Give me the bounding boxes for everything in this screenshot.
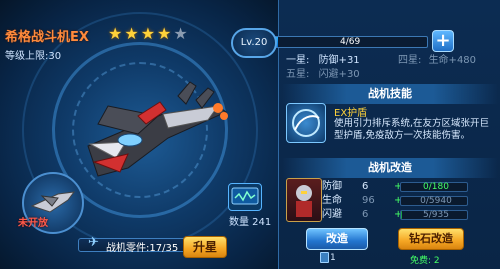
mod-progress-text: 0/180 [423, 182, 449, 192]
mod-stat-row: 防御 6 + [322, 181, 408, 193]
side-aircraft-status: 未开放 [18, 218, 48, 229]
parts-icon: ✈ [88, 235, 99, 250]
radar-item-icon[interactable] [228, 183, 262, 211]
star-bonus-1: 一星: 防御+31 [286, 55, 360, 66]
mod-progress-fill [401, 211, 402, 219]
mod-stat-row: 闪避 6 + [322, 209, 408, 221]
pilot-portrait[interactable] [286, 178, 322, 222]
skill-description: 使用引力排斥系统,在友方区域张开巨型护盾,免疫敌方一次技能伤害。 [334, 118, 490, 141]
star-icon: ★ [173, 24, 188, 43]
mod-stat-value: 96 [362, 195, 375, 206]
skill-icon[interactable] [286, 103, 326, 143]
star-rating: ★ ★ ★ ★ ★ [108, 26, 188, 42]
star-icon: ★ [108, 24, 123, 43]
mod-stat-row: 生命 96 + [322, 195, 408, 207]
modify-cost: 1 [330, 253, 336, 263]
star-icon: ★ [157, 24, 172, 43]
modify-cost-icon [320, 252, 329, 263]
star-upgrade-button[interactable]: 升星 [183, 236, 227, 258]
star-bonus-4: 四星: 生命+480 [398, 55, 477, 66]
mod-stat-value: 6 [362, 181, 369, 192]
item-quantity: 数量 241 [229, 217, 272, 228]
mod-progress-text: 5/935 [423, 210, 449, 220]
mod-stat-label: 生命 [322, 195, 342, 206]
skill-name: EX护盾 [334, 108, 368, 119]
fighter-jet-image [87, 81, 228, 177]
add-exp-button[interactable]: + [432, 30, 454, 52]
mod-progress-text: 0/5940 [420, 196, 452, 206]
free-count: 免费: 2 [410, 256, 440, 266]
star-bonus-5: 五星: 闪避+30 [286, 69, 360, 80]
star-icon: ★ [140, 24, 156, 43]
diamond-modify-button[interactable]: 钻石改造 [398, 228, 464, 250]
side-fighter-icon [30, 191, 76, 213]
star-icon: ★ [124, 24, 139, 43]
modify-button[interactable]: 改造 [306, 228, 368, 250]
parts-counter-text: 战机零件:17/35 [106, 243, 179, 254]
skill-section-header: 战机技能 [282, 84, 498, 104]
mod-section-header: 战机改造 [282, 158, 498, 178]
mod-stat-value: 6 [362, 209, 369, 220]
aircraft-name: 希格战斗机EX [5, 30, 89, 45]
mod-stat-label: 闪避 [322, 209, 342, 220]
level-badge: Lv.20 [231, 28, 277, 58]
exp-text: 4/69 [340, 37, 361, 47]
mod-stat-label: 防御 [322, 181, 342, 192]
level-cap-label: 等级上限:30 [5, 51, 62, 62]
